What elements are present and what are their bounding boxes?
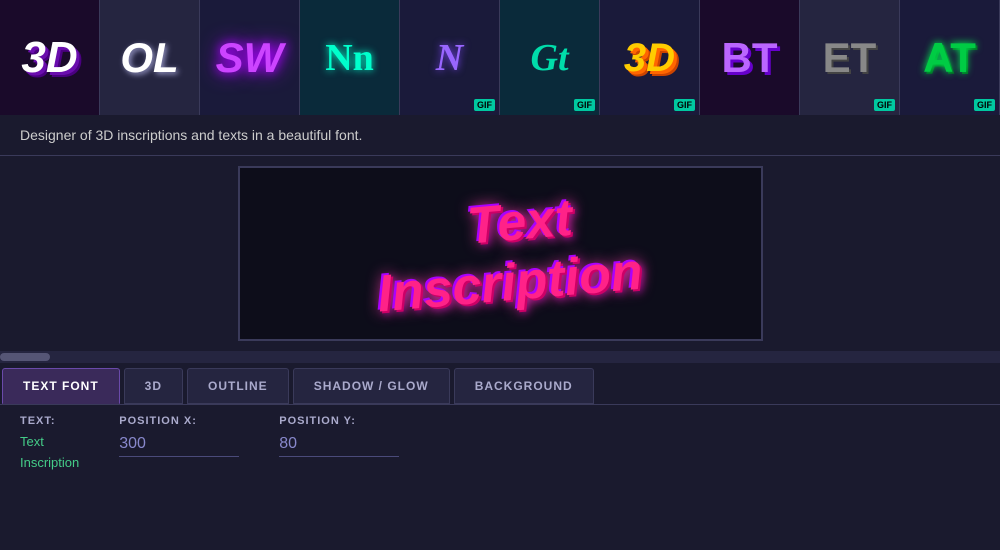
gallery-label-ol: OL: [120, 37, 178, 79]
gallery-label-et: ET: [823, 37, 877, 79]
gallery-item-at[interactable]: AT GIF: [900, 0, 1000, 115]
gallery-item-ol[interactable]: OL: [100, 0, 200, 115]
inscription-display: Text Inscription: [367, 194, 633, 314]
gallery-label-3dgif: 3D: [624, 38, 675, 78]
tab-shadow-glow[interactable]: SHADOW / GLOW: [293, 368, 450, 404]
gallery-label-sw: SW: [216, 37, 284, 79]
gallery-label-ni: N: [436, 39, 463, 77]
gallery-item-3d[interactable]: 3D: [0, 0, 100, 115]
tab-outline[interactable]: OUTLINE: [187, 368, 289, 404]
text-value-line2: Inscription: [20, 453, 79, 474]
gif-badge-ni: GIF: [474, 99, 495, 111]
gif-badge-et: GIF: [874, 99, 895, 111]
gallery-item-et[interactable]: ET GIF: [800, 0, 900, 115]
gallery-label-at: AT: [923, 37, 976, 79]
position-y-label: POSITION Y:: [279, 415, 399, 427]
gallery-item-sw[interactable]: SW: [200, 0, 300, 115]
description-text: Designer of 3D inscriptions and texts in…: [20, 127, 362, 143]
description-bar: Designer of 3D inscriptions and texts in…: [0, 115, 1000, 156]
tab-text-font[interactable]: TEXT FONT: [2, 368, 120, 404]
canvas-container: Text Inscription: [0, 156, 1000, 351]
gallery-label-gt: Gt: [531, 39, 569, 77]
gallery-label-bt: BT: [722, 37, 778, 79]
gif-badge-at: GIF: [974, 99, 995, 111]
text-value-line1: Text: [20, 432, 79, 453]
position-x-control-group: POSITION X:: [119, 415, 239, 457]
text-control-group: TEXT: Text Inscription: [20, 415, 79, 474]
horizontal-scrollbar[interactable]: [0, 351, 1000, 363]
tab-background[interactable]: BACKGROUND: [454, 368, 594, 404]
gallery-strip: 3D OL SW Nn N GIF Gt GIF 3D GIF BT ET GI…: [0, 0, 1000, 115]
gallery-item-gt[interactable]: Gt GIF: [500, 0, 600, 115]
position-x-input[interactable]: [119, 432, 239, 457]
position-y-input[interactable]: [279, 432, 399, 457]
gallery-item-ni[interactable]: N GIF: [400, 0, 500, 115]
gallery-label-nn: Nn: [325, 39, 374, 77]
tabs-container: TEXT FONT 3D OUTLINE SHADOW / GLOW BACKG…: [0, 363, 1000, 405]
gallery-item-nn[interactable]: Nn: [300, 0, 400, 115]
position-x-label: POSITION X:: [119, 415, 239, 427]
gif-badge-3dgif: GIF: [674, 99, 695, 111]
text-label: TEXT:: [20, 415, 79, 427]
position-y-control-group: POSITION Y:: [279, 415, 399, 457]
text-value: Text Inscription: [20, 432, 79, 474]
gif-badge-gt: GIF: [574, 99, 595, 111]
scrollbar-thumb[interactable]: [0, 353, 50, 361]
controls-area: TEXT: Text Inscription POSITION X: POSIT…: [0, 405, 1000, 484]
gallery-label-3d: 3D: [21, 36, 77, 80]
gallery-item-3dgif[interactable]: 3D GIF: [600, 0, 700, 115]
tab-3d[interactable]: 3D: [124, 368, 183, 404]
canvas-area: Text Inscription: [238, 166, 763, 341]
gallery-item-bt[interactable]: BT: [700, 0, 800, 115]
